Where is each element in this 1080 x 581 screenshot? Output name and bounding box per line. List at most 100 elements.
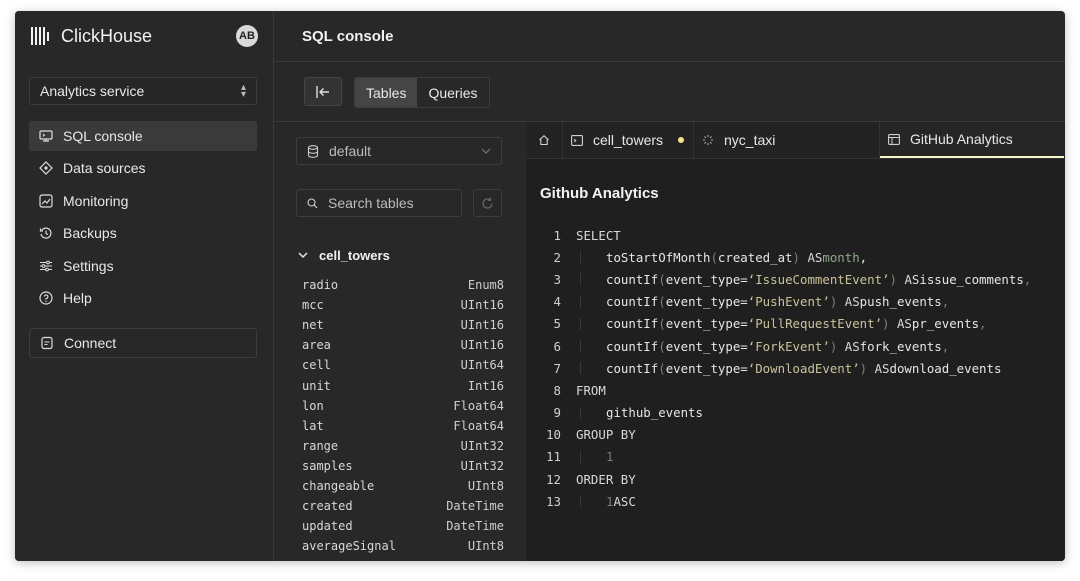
code-line: 9 github_events — [526, 402, 1065, 424]
line-number: 10 — [546, 427, 561, 443]
column-row[interactable]: created DateTime — [302, 496, 504, 516]
column-name: updated — [302, 519, 353, 534]
line-number: 7 — [553, 360, 561, 376]
sidebar-item-label: Data sources — [63, 160, 146, 177]
column-row[interactable]: lon Float64 — [302, 396, 504, 416]
table-tree-header[interactable]: cell_towers — [298, 246, 390, 264]
code-line: 8 FROM — [526, 379, 1065, 401]
connect-button[interactable]: Connect — [29, 328, 257, 358]
tab-tables[interactable]: Tables — [355, 78, 418, 107]
column-name: cell — [302, 358, 331, 373]
code-line: 4 countIf(event_type = ‘PushEvent’) AS pu… — [526, 291, 1065, 313]
line-number: 4 — [553, 294, 561, 310]
line-number: 12 — [546, 471, 561, 487]
query-editor: cell_towers nyc_taxi GitHub Analytics Gi… — [526, 122, 1065, 561]
connect-icon — [40, 336, 54, 350]
line-number: 8 — [553, 382, 561, 398]
toolbar: Tables Queries — [274, 62, 1065, 122]
column-type: DateTime — [446, 499, 504, 514]
code-editor[interactable]: 1 SELECT 2 toStartOfMonth(created_at) AS m… — [526, 224, 1065, 512]
code-line: 2 toStartOfMonth(created_at) AS month, — [526, 246, 1065, 268]
line-number: 3 — [553, 271, 561, 287]
tab-github-analytics[interactable]: GitHub Analytics — [880, 122, 1064, 158]
service-select-label: Analytics service — [40, 83, 145, 99]
column-type: UInt8 — [467, 478, 504, 493]
terminal-icon — [571, 134, 583, 146]
home-tab[interactable] — [526, 122, 562, 158]
data-sources-icon — [39, 161, 53, 176]
collapse-panel-button[interactable] — [304, 77, 342, 106]
clickhouse-logo-icon — [31, 27, 49, 45]
tab-queries[interactable]: Queries — [417, 78, 488, 107]
column-name: mcc — [302, 298, 324, 313]
column-name: changeable — [302, 478, 375, 493]
page-title: SQL console — [302, 27, 394, 45]
column-type: UInt16 — [460, 318, 504, 333]
chevron-down-icon — [481, 148, 491, 154]
sidebar-item-label: Settings — [63, 257, 114, 274]
table-icon — [888, 133, 900, 145]
sidebar-item-settings[interactable]: Settings — [29, 251, 257, 281]
query-title: Github Analytics — [540, 185, 659, 202]
column-row[interactable]: radio Enum8 — [302, 275, 504, 295]
sidebar-item-monitoring[interactable]: Monitoring — [29, 186, 257, 216]
column-type: UInt32 — [460, 458, 504, 473]
line-number: 1 — [553, 227, 561, 243]
column-type: UInt16 — [460, 298, 504, 313]
console-icon — [39, 129, 53, 143]
sidebar-item-sql-console[interactable]: SQL console — [29, 121, 257, 151]
sidebar-item-label: SQL console — [63, 128, 143, 144]
column-row[interactable]: averageSignal UInt8 — [302, 536, 504, 556]
column-name: lat — [302, 418, 324, 433]
column-name: lon — [302, 398, 324, 413]
connect-label: Connect — [64, 335, 117, 351]
search-tables-input[interactable]: Search tables — [296, 189, 462, 217]
database-icon — [307, 144, 319, 158]
column-type: Int16 — [467, 378, 504, 393]
column-name: range — [302, 438, 339, 453]
line-number: 13 — [546, 493, 561, 509]
database-select[interactable]: default — [296, 137, 502, 165]
tab-cell-towers[interactable]: cell_towers — [563, 122, 693, 158]
sidebar-item-data-sources[interactable]: Data sources — [29, 153, 257, 183]
tab-label: GitHub Analytics — [910, 131, 1013, 147]
column-row[interactable]: range UInt32 — [302, 436, 504, 456]
code-line: 12 ORDER BY — [526, 468, 1065, 490]
sidebar-item-help[interactable]: Help — [29, 283, 257, 313]
column-type: Float64 — [453, 418, 504, 433]
column-row[interactable]: lat Float64 — [302, 416, 504, 436]
code-line: 13 1 ASC — [526, 490, 1065, 512]
avatar[interactable]: AB — [236, 25, 258, 47]
service-select[interactable]: Analytics service ▴ ▾ — [29, 77, 257, 105]
column-type: DateTime — [446, 519, 504, 534]
column-row[interactable]: cell UInt64 — [302, 355, 504, 375]
line-number: 2 — [553, 249, 561, 265]
unsaved-dot-icon — [678, 137, 684, 143]
view-toggle: Tables Queries — [354, 77, 490, 108]
tab-nyc-taxi[interactable]: nyc_taxi — [694, 122, 879, 158]
column-row[interactable]: samples UInt32 — [302, 456, 504, 476]
column-name: net — [302, 318, 324, 333]
column-type: UInt8 — [467, 539, 504, 554]
column-list: radio Enum8 mcc UInt16 net UInt16 area UInt1… — [302, 275, 504, 556]
column-type: UInt32 — [460, 438, 504, 453]
table-name: cell_towers — [319, 247, 390, 263]
column-row[interactable]: updated DateTime — [302, 516, 504, 536]
column-row[interactable]: area UInt16 — [302, 335, 504, 355]
sidebar-item-backups[interactable]: Backups — [29, 218, 257, 248]
brand[interactable]: ClickHouse — [31, 25, 152, 47]
chevron-up-down-icon: ▴ ▾ — [240, 82, 246, 100]
column-name: area — [302, 338, 331, 353]
sidebar-nav: SQL console Data sources Monitoring Back… — [29, 121, 257, 315]
column-row[interactable]: mcc UInt16 — [302, 295, 504, 315]
database-select-value: default — [329, 143, 372, 159]
column-type: UInt16 — [460, 338, 504, 353]
refresh-button[interactable] — [473, 189, 502, 217]
column-row[interactable]: net UInt16 — [302, 315, 504, 335]
column-row[interactable]: changeable UInt8 — [302, 476, 504, 496]
editor-tabbar: cell_towers nyc_taxi GitHub Analytics — [526, 122, 1065, 159]
column-type: UInt64 — [460, 358, 504, 373]
tab-label: cell_towers — [593, 132, 664, 148]
collapse-left-icon — [316, 85, 329, 98]
column-row[interactable]: unit Int16 — [302, 375, 504, 395]
